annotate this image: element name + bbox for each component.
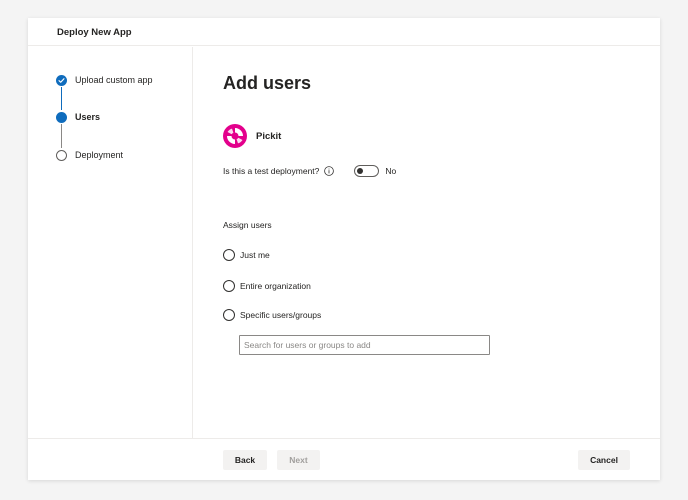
- step-sidebar: Upload custom app Users Deployment: [28, 47, 193, 438]
- radio-entire-organization[interactable]: [223, 280, 235, 292]
- search-input[interactable]: [239, 335, 490, 355]
- option-specific-users[interactable]: Specific users/groups: [223, 308, 321, 322]
- step-current-icon: [56, 111, 67, 123]
- step-label: Deployment: [75, 150, 124, 160]
- step-label: Users: [75, 112, 101, 122]
- page-title: Add users: [223, 73, 312, 93]
- radio-label: Entire organization: [240, 281, 311, 291]
- assign-users-label: Assign users: [223, 220, 272, 230]
- deploy-panel: Deploy New App Upload custom app Users D…: [28, 18, 660, 480]
- radio-label: Specific users/groups: [240, 310, 322, 320]
- test-deployment-label: Is this a test deployment?: [223, 166, 320, 176]
- panel-title: Deploy New App: [28, 18, 660, 46]
- toggle-knob: [357, 168, 364, 174]
- step-deployment: Deployment: [56, 148, 123, 162]
- step-pending-icon: [56, 149, 67, 161]
- step-connector-pending: [61, 124, 62, 148]
- step-users: Users: [56, 110, 100, 124]
- test-deployment-row: Is this a test deployment? No: [223, 164, 396, 178]
- step-label: Upload custom app: [75, 75, 153, 85]
- step-upload-custom-app: Upload custom app: [56, 73, 153, 87]
- pickit-logo-icon: [223, 124, 247, 148]
- footer: Back Next Cancel: [28, 438, 660, 480]
- app-info: Pickit: [223, 124, 281, 148]
- cancel-button[interactable]: Cancel: [578, 450, 630, 470]
- option-entire-organization[interactable]: Entire organization: [223, 279, 311, 293]
- step-done-icon: [56, 74, 67, 86]
- checkmark-icon: [58, 77, 65, 83]
- main-content: Add users Pickit Is this a test deployme…: [223, 47, 660, 438]
- toggle-state: No: [385, 166, 397, 176]
- info-icon[interactable]: [324, 166, 335, 176]
- next-button[interactable]: Next: [277, 450, 320, 470]
- option-just-me[interactable]: Just me: [223, 248, 270, 262]
- step-connector-done: [61, 87, 62, 110]
- radio-just-me[interactable]: [223, 249, 235, 261]
- radio-label: Just me: [240, 250, 270, 260]
- test-deployment-toggle[interactable]: [354, 165, 380, 177]
- app-name: Pickit: [256, 130, 282, 142]
- radio-specific-users[interactable]: [223, 309, 235, 321]
- back-button[interactable]: Back: [223, 450, 267, 470]
